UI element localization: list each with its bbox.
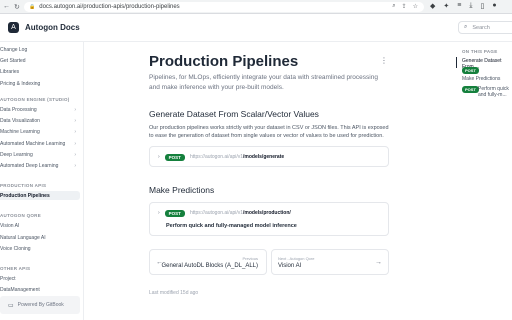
api-path: /models/generate: [243, 154, 285, 160]
toc-active-indicator: [456, 57, 457, 68]
site-logo[interactable]: A Autogon Docs: [8, 22, 80, 33]
sidebar-item-machine-learning[interactable]: Machine Learning ›: [0, 127, 82, 136]
sidebar-section-qore: AUTOGON QORE: [0, 213, 42, 218]
logo-text: Autogon Docs: [25, 23, 80, 32]
search-box[interactable]: ⌕: [458, 21, 512, 34]
sidebar-item-pricing[interactable]: Pricing & Indexing: [0, 79, 82, 88]
sidebar-item-deep-learning[interactable]: Deep Learning ›: [0, 150, 82, 159]
sidebar-item-voice-cloning[interactable]: Voice Cloning: [0, 244, 82, 253]
previous-label: Previous: [242, 256, 258, 261]
last-modified: Last modified 15d ago: [149, 290, 199, 296]
chevron-right-icon: ›: [74, 128, 76, 135]
toc-item-predictions[interactable]: Make Predictions: [462, 76, 500, 82]
expand-caret-icon: ›: [158, 210, 160, 216]
sidebar-item-vision-ai[interactable]: Vision AI: [0, 221, 82, 230]
chevron-right-icon: ›: [74, 106, 76, 113]
sidebar-item-auto-deep-learning[interactable]: Automated Deep Learning ›: [0, 161, 82, 170]
sidebar-section-production: PRODUCTION APIS: [0, 183, 47, 188]
post-badge: POST: [164, 153, 185, 161]
bookmark-star-icon[interactable]: ☆: [413, 3, 418, 10]
chevron-right-icon: ›: [74, 140, 76, 147]
browser-nav: ← ↻: [0, 3, 20, 11]
reload-icon[interactable]: ↻: [14, 3, 20, 11]
sidebar-item-label: Data Processing: [0, 106, 37, 113]
sidebar-toggle-icon[interactable]: ▯: [480, 2, 484, 10]
expand-caret-icon: ›: [158, 154, 160, 160]
sidebar-nav: Change Log Get Started Libraries Pricing…: [0, 42, 84, 320]
url-text: docs.autogon.ai/production-apis/producti…: [39, 4, 180, 10]
api-path: /models/production/: [243, 210, 291, 216]
sidebar-section-engine: AUTOGON ENGINE (STUDIO): [0, 97, 70, 102]
sidebar-item-get-started[interactable]: Get Started: [0, 56, 82, 65]
sidebar-item-label: Data Visualization: [0, 117, 40, 124]
sidebar-item-data-processing[interactable]: Data Processing ›: [0, 105, 82, 114]
site-header: A Autogon Docs ⌕: [0, 14, 512, 42]
media-icon[interactable]: ≡: [457, 2, 461, 10]
puzzle-icon[interactable]: ✦: [443, 2, 449, 10]
sidebar-item-label: Deep Learning: [0, 151, 33, 158]
browser-toolbar: ← ↻ 🔒 docs.autogon.ai/production-apis/pr…: [0, 0, 512, 14]
api-base-url: https://autogon.ai/api/v1: [189, 210, 244, 216]
previous-page-link[interactable]: ← Previous General AutoDL Blocks (A_DL_A…: [149, 249, 267, 275]
api-base-url: https://autogon.ai/api/v1: [189, 154, 244, 160]
next-label: Next - Autogon Qore: [278, 256, 315, 261]
previous-title: General AutoDL Blocks (A_DL_ALL): [161, 263, 259, 269]
sidebar-item-label: Automated Deep Learning: [0, 162, 59, 169]
logo-icon: A: [8, 22, 19, 33]
sidebar-item-project[interactable]: Project: [0, 274, 82, 283]
api-endpoint-row[interactable]: › POST https://autogon.ai/api/v1 /models…: [150, 150, 388, 164]
chevron-right-icon: ›: [74, 117, 76, 124]
back-icon[interactable]: ←: [3, 3, 10, 11]
gitbook-icon: ▭: [8, 302, 14, 309]
section-heading-generate[interactable]: Generate Dataset From Scalar/Vector Valu…: [149, 109, 319, 119]
sidebar-item-change-log[interactable]: Change Log: [0, 45, 82, 54]
extensions-area: ◆ ✦ ≡ ⤓ ▯ ●: [430, 2, 497, 10]
post-badge: POST: [164, 209, 185, 217]
extension-icon[interactable]: ◆: [430, 2, 435, 10]
sidebar-item-libraries[interactable]: Libraries: [0, 67, 82, 76]
api-endpoint-row[interactable]: › POST https://autogon.ai/api/v1 /models…: [150, 206, 388, 220]
main-content: Production Pipelines ⋮ Pipelines, for ML…: [84, 42, 450, 320]
sidebar-section-other: OTHER APIS: [0, 266, 31, 271]
next-title: Vision AI: [278, 263, 302, 269]
sidebar-item-data-management[interactable]: DataManagement: [0, 285, 82, 294]
page-title: Production Pipelines: [149, 53, 299, 70]
sidebar-item-label: Automated Machine Learning: [0, 140, 66, 147]
address-bar[interactable]: 🔒 docs.autogon.ai/production-apis/produc…: [24, 2, 424, 12]
page-description: Pipelines, for MLOps, efficiently integr…: [149, 74, 378, 91]
address-actions: ⌕ ⇪ ☆: [392, 3, 418, 10]
lock-icon: 🔒: [29, 4, 36, 10]
api-summary: Perform quick and fully-managed model in…: [166, 223, 297, 229]
next-page-link[interactable]: Next - Autogon Qore Vision AI →: [271, 249, 389, 275]
download-icon[interactable]: ⤓: [469, 2, 472, 10]
more-options-icon[interactable]: ⋮: [380, 56, 388, 65]
sidebar-item-data-visualization[interactable]: Data Visualization ›: [0, 116, 82, 125]
toc-post-badge: POST: [462, 67, 479, 74]
arrow-right-icon: →: [375, 259, 382, 266]
powered-by-text: Powered By GitBook: [17, 302, 64, 308]
sidebar-item-automl[interactable]: Automated Machine Learning ›: [0, 139, 82, 148]
toc-title: ON THIS PAGE: [462, 49, 498, 54]
toc-post-badge: POST: [462, 86, 479, 93]
search-icon: ⌕: [464, 24, 468, 30]
chevron-right-icon: ›: [74, 162, 76, 169]
table-of-contents: ON THIS PAGE Generate Dataset From ... P…: [450, 42, 512, 320]
profile-icon[interactable]: ●: [492, 2, 496, 10]
section-heading-predictions[interactable]: Make Predictions: [149, 185, 214, 195]
sidebar-item-production-pipelines[interactable]: Production Pipelines: [0, 191, 80, 200]
sidebar-item-nl-ai[interactable]: Natural Language AI: [0, 233, 82, 242]
toc-item-perform[interactable]: Perform quick and fully-m...: [478, 86, 512, 98]
sidebar-item-label: Machine Learning: [0, 128, 40, 135]
share-icon[interactable]: ⇪: [402, 3, 407, 10]
chevron-right-icon: ›: [74, 151, 76, 158]
search-input[interactable]: [472, 24, 512, 31]
api-block-predictions[interactable]: › POST https://autogon.ai/api/v1 /models…: [149, 202, 389, 236]
api-block-generate[interactable]: › POST https://autogon.ai/api/v1 /models…: [149, 146, 389, 167]
zoom-icon[interactable]: ⌕: [392, 3, 395, 10]
section-text-generate: Our production pipelines works strictly …: [149, 125, 389, 139]
powered-by-gitbook[interactable]: ▭ Powered By GitBook: [0, 296, 80, 314]
